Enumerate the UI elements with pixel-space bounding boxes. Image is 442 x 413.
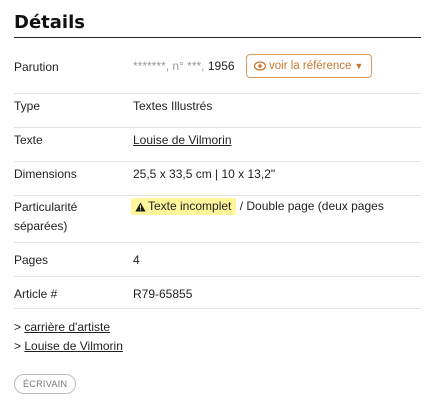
chevron-right-icon: > <box>14 339 22 353</box>
type-value: Textes Illustrés <box>133 99 213 113</box>
texte-label: Texte <box>14 133 43 147</box>
pages-value: 4 <box>133 253 140 267</box>
caret-down-icon: ▼ <box>354 61 364 71</box>
details-panel: Détails Parution *******, n° ***, 1956 v… <box>0 0 442 413</box>
parution-year: 1956 <box>207 59 235 73</box>
row-texte: Texte Louise de Vilmorin <box>14 128 421 162</box>
link-louise-de-vilmorin[interactable]: > Louise de Vilmorin <box>14 339 123 353</box>
particularite-value: Texte incomplet / Double page (deux page… <box>131 198 384 215</box>
row-parution: Parution *******, n° ***, 1956 voir la r… <box>14 38 421 94</box>
particularite-continuation: séparées) <box>14 219 68 233</box>
section-title: Détails <box>14 12 85 33</box>
badge-label: Texte incomplet <box>148 199 232 213</box>
louise-de-vilmorin-label: Louise de Vilmorin <box>24 339 123 353</box>
parution-masked-text: *******, n° ***, <box>133 59 205 73</box>
voir-reference-label: voir la référence <box>269 60 352 72</box>
texte-incomplet-badge: Texte incomplet <box>131 198 237 215</box>
carriere-artiste-label: carrière d'artiste <box>24 320 111 334</box>
chevron-right-icon: > <box>14 320 22 334</box>
row-particularite: Particularité Texte incomplet / Double p… <box>14 196 421 243</box>
row-pages: Pages 4 <box>14 243 421 277</box>
article-label: Article # <box>14 287 58 301</box>
pages-label: Pages <box>14 253 49 267</box>
row-article: Article # R79-65855 <box>14 277 421 309</box>
texte-author-link[interactable]: Louise de Vilmorin <box>133 133 232 147</box>
particularite-rest: / Double page (deux pages <box>239 199 384 213</box>
parution-value: *******, n° ***, 1956 <box>133 59 235 73</box>
row-type: Type Textes Illustrés <box>14 94 421 128</box>
particularite-label: Particularité <box>14 200 78 214</box>
article-value: R79-65855 <box>133 287 193 301</box>
eye-icon <box>253 57 267 79</box>
tag-chip-ecrivain[interactable]: ÉCRIVAIN <box>14 374 77 394</box>
type-label: Type <box>14 99 41 113</box>
row-dimensions: Dimensions 25,5 x 33,5 cm | 10 x 13,2" <box>14 162 421 196</box>
dimensions-label: Dimensions <box>14 167 77 181</box>
parution-label: Parution <box>14 60 59 74</box>
warning-icon <box>135 202 146 212</box>
link-carriere-artiste[interactable]: > carrière d'artiste <box>14 320 110 334</box>
dimensions-value: 25,5 x 33,5 cm | 10 x 13,2" <box>133 167 276 181</box>
voir-reference-button[interactable]: voir la référence ▼ <box>246 54 373 79</box>
